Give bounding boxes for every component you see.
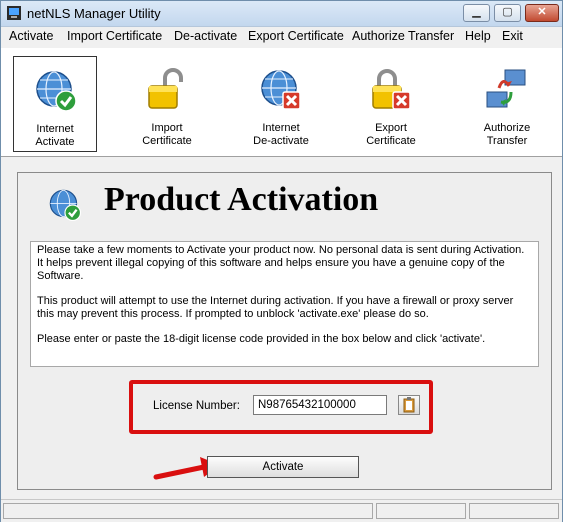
instruction-paragraph: Please enter or paste the 18-digit licen… bbox=[37, 333, 486, 345]
tool-label-line2: Activate bbox=[35, 136, 75, 148]
tool-label-line1: Export bbox=[375, 122, 407, 134]
tool-label-line1: Internet bbox=[262, 122, 300, 134]
tool-label-line1: Authorize bbox=[483, 122, 531, 134]
app-window: netNLS Manager Utility ▁ ▢ ✕ Activate Im… bbox=[0, 0, 563, 522]
tool-label-line2: Transfer bbox=[486, 135, 528, 147]
tool-label-line2: Certificate bbox=[142, 135, 192, 147]
status-pane bbox=[376, 503, 466, 519]
menu-exit[interactable]: Exit bbox=[502, 29, 523, 43]
window-title: netNLS Manager Utility bbox=[27, 6, 161, 21]
tool-label-line2: De-activate bbox=[253, 135, 309, 147]
menu-bar: Activate Import Certificate De-activate … bbox=[1, 27, 562, 47]
activate-button[interactable]: Activate bbox=[207, 456, 359, 478]
menu-import-certificate[interactable]: Import Certificate bbox=[67, 29, 162, 43]
internet-activate-button[interactable]: Internet Activate bbox=[13, 56, 97, 152]
globe-check-icon bbox=[49, 189, 82, 222]
padlock-x-icon bbox=[372, 69, 411, 110]
instructions-text: Please take a few moments to Activate yo… bbox=[30, 241, 539, 367]
import-certificate-button[interactable]: Import Certificate bbox=[125, 56, 209, 152]
license-number-input[interactable] bbox=[253, 395, 387, 415]
internet-deactivate-button[interactable]: Internet De-activate bbox=[239, 56, 323, 152]
menu-export-certificate[interactable]: Export Certificate bbox=[248, 29, 344, 43]
app-icon bbox=[7, 6, 21, 20]
tool-label-line1: Internet bbox=[36, 123, 74, 135]
close-button[interactable]: ✕ bbox=[525, 4, 559, 22]
status-pane bbox=[469, 503, 559, 519]
menu-authorize-transfer[interactable]: Authorize Transfer bbox=[352, 29, 454, 43]
export-certificate-button[interactable]: Export Certificate bbox=[349, 56, 433, 152]
license-number-label: License Number: bbox=[153, 400, 240, 412]
network-transfer-icon bbox=[486, 69, 526, 108]
maximize-button[interactable]: ▢ bbox=[494, 4, 521, 22]
globe-check-icon bbox=[36, 71, 77, 112]
activation-panel: Product Activation Please take a few mom… bbox=[17, 172, 552, 490]
paste-button[interactable] bbox=[398, 395, 420, 415]
menu-help[interactable]: Help bbox=[465, 29, 491, 43]
title-bar: netNLS Manager Utility ▁ ▢ ✕ bbox=[1, 1, 562, 27]
clipboard-icon bbox=[403, 397, 415, 413]
menu-activate[interactable]: Activate bbox=[9, 29, 53, 43]
instruction-paragraph: Please take a few moments to Activate yo… bbox=[37, 244, 525, 282]
tool-label-line2: Certificate bbox=[366, 135, 416, 147]
status-pane bbox=[3, 503, 373, 519]
authorize-transfer-button[interactable]: Authorize Transfer bbox=[465, 56, 549, 152]
tool-label-line1: Import bbox=[151, 122, 183, 134]
page-title: Product Activation bbox=[104, 181, 379, 218]
toolbar: Internet Activate Import Certificate Int… bbox=[1, 48, 562, 157]
instruction-paragraph: This product will attempt to use the Int… bbox=[37, 295, 514, 320]
globe-x-icon bbox=[261, 70, 301, 110]
status-bar bbox=[1, 499, 562, 522]
menu-deactivate[interactable]: De-activate bbox=[174, 29, 237, 43]
minimize-button[interactable]: ▁ bbox=[463, 4, 490, 22]
padlock-open-icon bbox=[148, 68, 183, 109]
